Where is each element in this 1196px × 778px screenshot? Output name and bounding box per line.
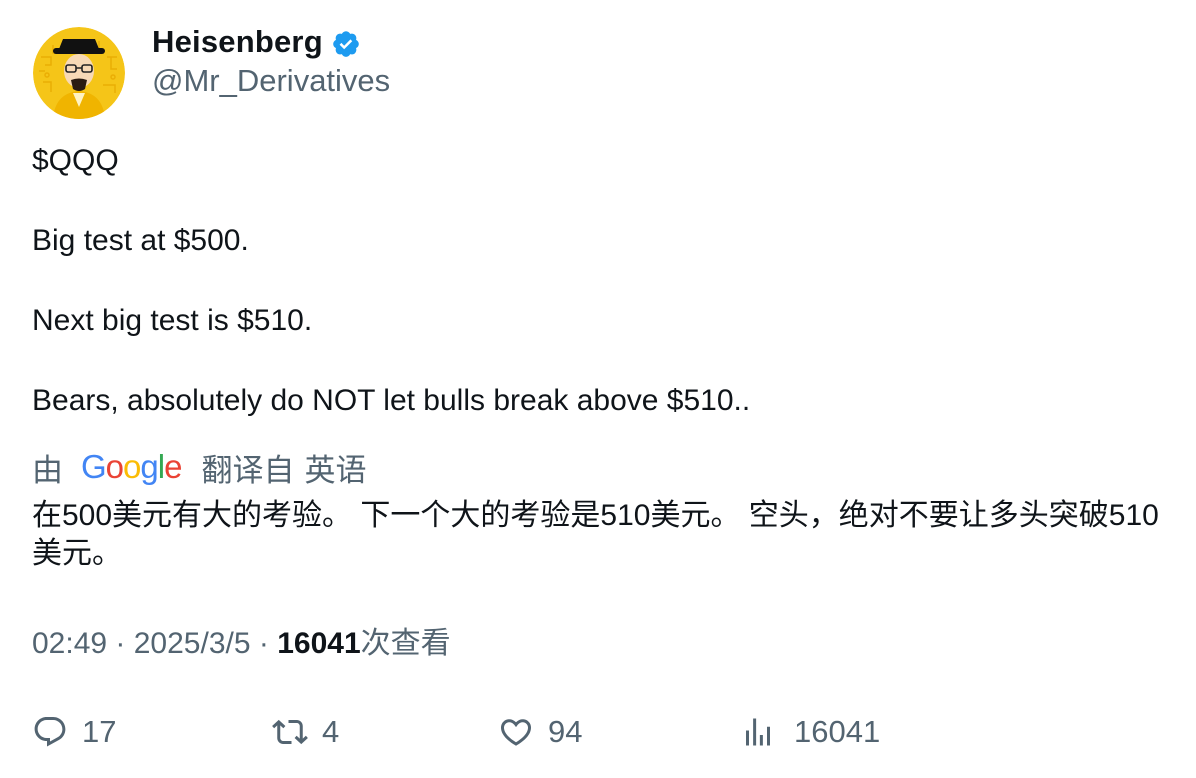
verified-badge-icon (333, 30, 359, 57)
google-logo: Google (81, 448, 182, 485)
reply-button[interactable]: 17 (32, 710, 116, 754)
views-chart-icon (746, 718, 770, 746)
meta-separator: · (107, 627, 134, 660)
translated-text: 在500美元有大的考验。 下一个大的考验是510美元。 空头，绝对不要让多头突破… (32, 499, 1159, 570)
tweet-text-line: Next big test is $510. (32, 304, 313, 337)
tweet-time[interactable]: 02:49 (32, 627, 107, 660)
views-count: 16041 (277, 627, 361, 660)
tweet-meta: 02:49 · 2025/3/5 · 16041次查看 (32, 626, 451, 662)
views-label: 次查看 (360, 627, 451, 660)
avatar[interactable] (33, 27, 125, 119)
translated-by-label: 由 (32, 452, 63, 488)
views-count-action: 16041 (794, 714, 881, 749)
tweet-text-line: $QQQ (32, 144, 119, 177)
source-language: 英语 (304, 452, 367, 488)
meta-separator: · (250, 627, 278, 660)
tweet-text-line: Bears, absolutely do NOT let bulls break… (32, 384, 751, 417)
retweet-icon (272, 719, 308, 745)
translated-from-label: 翻译自 (201, 452, 295, 488)
like-button[interactable]: 94 (498, 710, 582, 754)
views-button[interactable]: 16041 (740, 710, 880, 754)
author-display-name[interactable]: Heisenberg (152, 24, 323, 60)
action-bar: 17 4 94 16041 (0, 710, 1196, 758)
retweet-count: 4 (322, 714, 340, 749)
like-count: 94 (548, 714, 583, 749)
author-handle[interactable]: @Mr_Derivatives (152, 62, 390, 100)
tweet-text-line: Big test at $500. (32, 224, 249, 257)
reply-icon (34, 717, 66, 747)
author-name-row[interactable]: Heisenberg (152, 22, 361, 62)
tweet-card: Heisenberg @Mr_Derivatives $QQQ Big test… (0, 0, 1196, 778)
reply-count: 17 (82, 714, 117, 749)
tweet-date[interactable]: 2025/3/5 (134, 627, 251, 660)
translation-attribution: 由 Google 翻译自 英语 (32, 448, 366, 488)
retweet-button[interactable]: 4 (272, 710, 339, 754)
heart-icon (500, 719, 532, 746)
avatar-image (33, 27, 125, 119)
